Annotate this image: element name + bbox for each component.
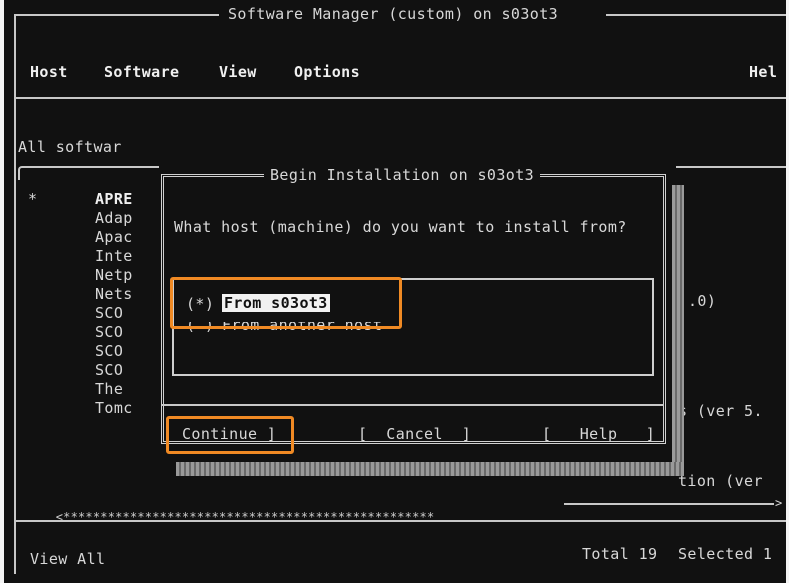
list-item[interactable]: APRE bbox=[95, 190, 133, 208]
menu-view[interactable]: View bbox=[219, 63, 257, 81]
list-frame-top-left bbox=[18, 166, 168, 180]
help-button[interactable]: [ Help ] bbox=[542, 425, 655, 443]
dialog-title: Begin Installation on s03ot3 bbox=[264, 166, 541, 184]
menu-options[interactable]: Options bbox=[294, 63, 360, 81]
menubar-rule bbox=[14, 97, 786, 99]
list-item[interactable]: Nets bbox=[95, 285, 133, 303]
list-frame-top-right bbox=[676, 166, 786, 168]
cancel-button[interactable]: [ Cancel ] bbox=[358, 425, 471, 443]
menu-help[interactable]: Hel bbox=[749, 63, 777, 81]
list-item[interactable]: The bbox=[95, 380, 123, 398]
list-fragment-tomc: tion (ver bbox=[678, 472, 763, 490]
dialog-button-rule bbox=[162, 404, 664, 406]
list-item[interactable]: SCO bbox=[95, 361, 123, 379]
highlight-from-host bbox=[170, 277, 402, 329]
scroll-right-arrow[interactable]: > bbox=[775, 496, 782, 510]
list-item[interactable]: Apac bbox=[95, 228, 133, 246]
highlight-continue bbox=[166, 416, 294, 454]
status-selected: Selected 1 bbox=[678, 545, 773, 563]
list-frame-bottom bbox=[564, 503, 774, 505]
status-view: View All bbox=[30, 550, 106, 568]
menu-software[interactable]: Software bbox=[104, 63, 179, 81]
list-header: All softwar bbox=[18, 138, 122, 156]
window-title: Software Manager (custom) on s03ot3 bbox=[228, 5, 559, 23]
list-item[interactable]: Netp bbox=[95, 266, 133, 284]
list-current-marker: * bbox=[28, 190, 38, 208]
list-item[interactable]: Adap bbox=[95, 209, 133, 227]
list-item[interactable]: Tomc bbox=[95, 399, 133, 417]
list-item[interactable]: Inte bbox=[95, 247, 133, 265]
status-rule bbox=[14, 520, 786, 522]
title-rule-left bbox=[14, 14, 219, 16]
menu-host[interactable]: Host bbox=[30, 63, 68, 81]
list-item[interactable]: SCO bbox=[95, 304, 123, 322]
title-rule-right bbox=[606, 14, 786, 16]
dialog-shadow-bottom bbox=[176, 462, 684, 476]
list-item[interactable]: SCO bbox=[95, 342, 123, 360]
terminal-screen: Software Manager (custom) on s03ot3 Host… bbox=[4, 0, 786, 583]
list-fragment-netp: .0) bbox=[688, 292, 717, 310]
status-total: Total 19 bbox=[582, 545, 658, 563]
list-item[interactable]: SCO bbox=[95, 323, 123, 341]
list-fragment-sco: s (ver 5. bbox=[678, 402, 763, 420]
dialog-shadow-right bbox=[672, 185, 684, 475]
dialog-question: What host (machine) do you want to insta… bbox=[174, 218, 627, 236]
